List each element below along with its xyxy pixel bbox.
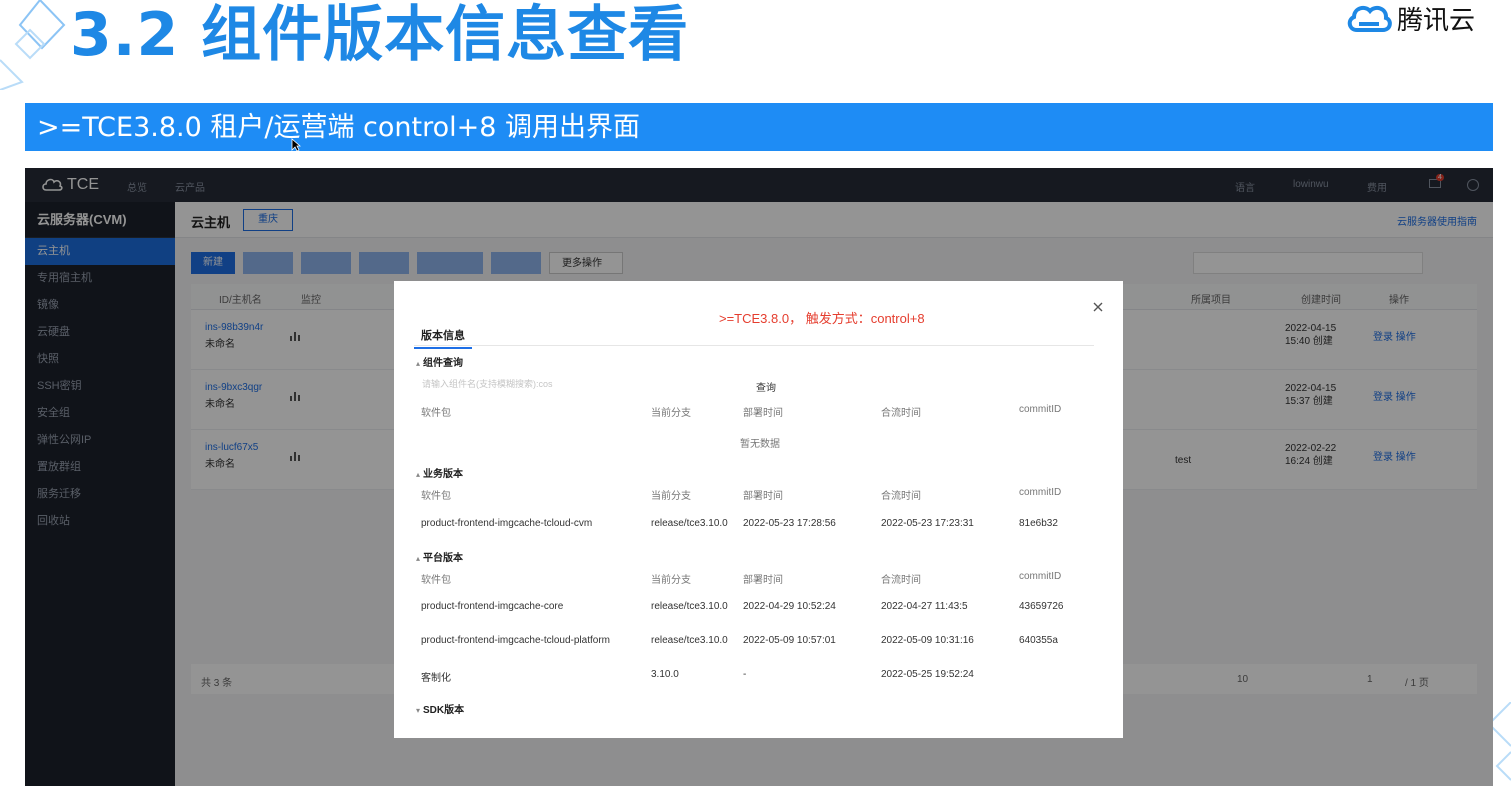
cloud-logo-icon [1347, 5, 1392, 32]
cell-deploy: 2022-04-29 10:52:24 [743, 601, 836, 612]
header-merge: 合流时间 [881, 408, 921, 419]
section-platform-version[interactable]: ▴ 平台版本 [416, 549, 463, 564]
header-commit: commitID [1019, 571, 1062, 582]
header-commit: commitID [1019, 404, 1062, 415]
cell-branch: release/tce3.10.0 [651, 518, 728, 529]
cell-pkg: 客制化 [421, 673, 451, 684]
mouse-cursor-icon [291, 138, 301, 152]
empty-state: 暂无数据 [740, 439, 780, 450]
version-info-modal: >=TCE3.8.0， 触发方式：control+8 版本信息 ▴ 组件查询 请输… [394, 281, 1123, 738]
section-business-version[interactable]: ▴ 业务版本 [416, 465, 463, 480]
cell-commit: 640355a [1019, 635, 1058, 646]
cell-pkg: product-frontend-imgcache-core [421, 601, 564, 612]
cell-merge: 2022-05-09 10:31:16 [881, 635, 974, 646]
caret-down-icon: ▾ [416, 706, 421, 715]
banner: >=TCE3.8.0 租户/运营端 control+8 调用出界面 [25, 103, 1493, 151]
tab-divider [414, 345, 1094, 346]
cell-deploy: - [743, 669, 747, 680]
brand-name: 腾讯云 [1396, 6, 1475, 36]
section-component-query[interactable]: ▴ 组件查询 [416, 354, 463, 369]
cell-merge: 2022-05-23 17:23:31 [881, 518, 974, 529]
header-commit: commitID [1019, 487, 1062, 498]
slide-title: 3.2 组件版本信息查看 [70, 0, 690, 70]
trigger-note: >=TCE3.8.0， 触发方式：control+8 [719, 311, 925, 326]
caret-up-icon: ▴ [416, 359, 421, 368]
cell-commit: 43659726 [1019, 601, 1064, 612]
cell-merge: 2022-05-25 19:52:24 [881, 669, 974, 680]
section-sdk-version[interactable]: ▾ SDK版本 [416, 701, 464, 716]
close-icon[interactable] [1091, 300, 1105, 314]
header-deploy: 部署时间 [743, 491, 783, 502]
header-branch: 当前分支 [651, 575, 691, 586]
header-branch: 当前分支 [651, 491, 691, 502]
cell-pkg: product-frontend-imgcache-tcloud-cvm [421, 518, 593, 529]
header-merge: 合流时间 [881, 575, 921, 586]
header-pkg: 软件包 [421, 575, 451, 586]
header-deploy: 部署时间 [743, 575, 783, 586]
cell-merge: 2022-04-27 11:43:5 [881, 601, 968, 612]
caret-up-icon: ▴ [416, 470, 421, 479]
component-search-input[interactable]: 请输入组件名(支持模糊搜索):cos [422, 377, 553, 390]
query-button[interactable]: 查询 [756, 379, 776, 394]
cell-deploy: 2022-05-23 17:28:56 [743, 518, 836, 529]
cell-deploy: 2022-05-09 10:57:01 [743, 635, 836, 646]
header-merge: 合流时间 [881, 491, 921, 502]
header-pkg: 软件包 [421, 491, 451, 502]
brand-logo: 腾讯云 [1345, 0, 1475, 37]
header-pkg: 软件包 [421, 408, 451, 419]
caret-up-icon: ▴ [416, 554, 421, 563]
header-branch: 当前分支 [651, 408, 691, 419]
cell-branch: release/tce3.10.0 [651, 601, 728, 612]
cell-commit: 81e6b32 [1019, 518, 1058, 529]
cell-branch: release/tce3.10.0 [651, 635, 728, 646]
cell-pkg: product-frontend-imgcache-tcloud-platfor… [421, 635, 610, 646]
header-deploy: 部署时间 [743, 408, 783, 419]
cell-branch: 3.10.0 [651, 669, 679, 680]
